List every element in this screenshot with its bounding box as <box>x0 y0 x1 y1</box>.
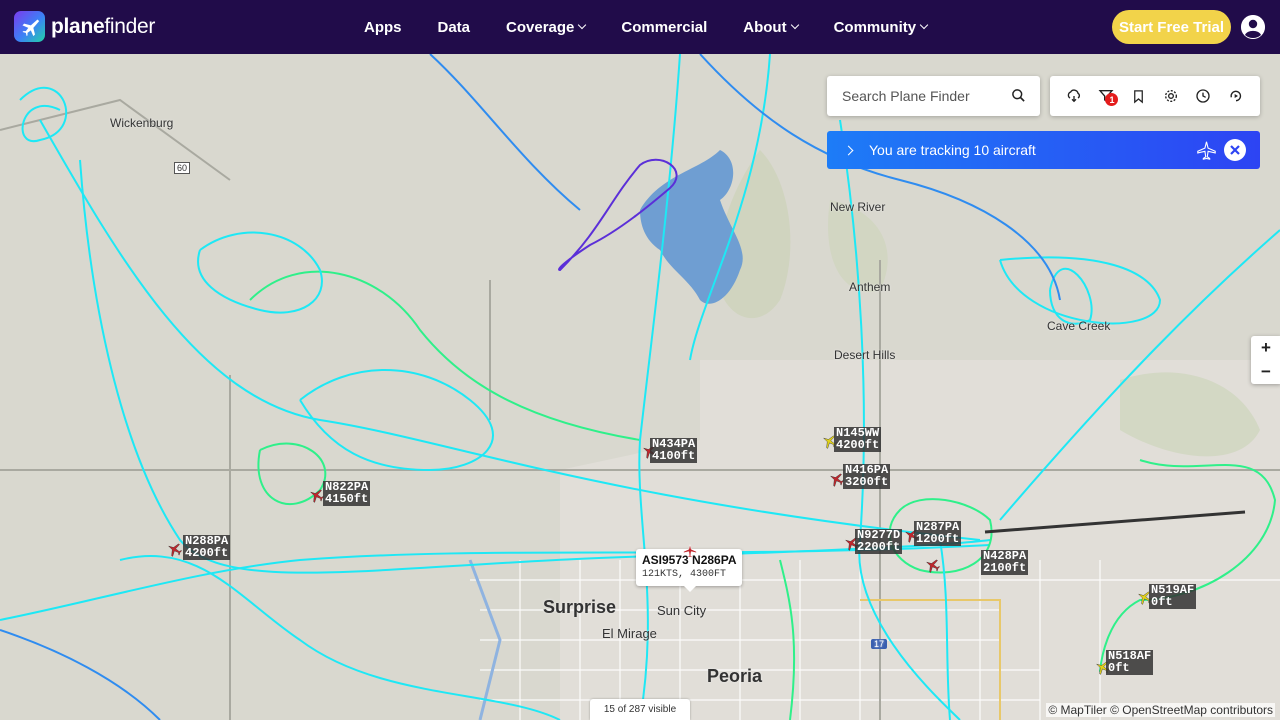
place-el-mirage: El Mirage <box>602 626 657 641</box>
chevron-down-icon <box>919 20 929 30</box>
aircraft-altitude: 3200ft <box>845 474 889 489</box>
map-toolbar: 1 <box>1050 76 1260 116</box>
aircraft-label[interactable]: N519AF 0ft <box>1149 584 1197 609</box>
account-icon[interactable] <box>1241 15 1265 39</box>
place-peoria: Peoria <box>707 666 763 686</box>
map-attribution[interactable]: © MapTiler © OpenStreetMap contributors <box>1046 703 1275 717</box>
chevron-down-icon <box>578 20 587 30</box>
aircraft-label[interactable]: N145WW 4200ft <box>834 427 882 452</box>
nav-label: Coverage <box>506 18 575 36</box>
aircraft-label[interactable]: N416PA 3200ft <box>843 464 891 489</box>
close-tracking-icon[interactable] <box>1224 139 1246 161</box>
place-wickenburg: Wickenburg <box>110 116 174 130</box>
aircraft-label[interactable]: N9277D 2200ft <box>855 529 903 554</box>
tracking-text: You are tracking 10 aircraft <box>869 142 1036 158</box>
aircraft-label[interactable]: N428PA 2100ft <box>981 550 1029 575</box>
nav-apps[interactable]: Apps <box>364 19 402 36</box>
aircraft-label[interactable]: N518AF 0ft <box>1106 650 1154 675</box>
i-17-shield: 17 <box>871 639 888 649</box>
place-anthem: Anthem <box>849 280 891 294</box>
planefinder-logo[interactable]: planefinder <box>14 11 155 42</box>
filter-icon[interactable]: 1 <box>1096 86 1119 106</box>
aircraft-label[interactable]: N822PA 4150ft <box>323 481 371 506</box>
search-box[interactable] <box>827 76 1040 116</box>
filter-count-badge: 1 <box>1105 93 1119 106</box>
nav-coverage[interactable]: Coverage <box>506 18 587 36</box>
selected-aircraft-detail: 121KTS, 4300FT <box>642 569 727 580</box>
aircraft-altitude: 0ft <box>1108 660 1130 675</box>
nav-label: About <box>743 18 787 36</box>
chevron-right-icon[interactable] <box>843 145 854 155</box>
logo-wordmark: planefinder <box>51 14 156 38</box>
nav-label: Apps <box>364 18 402 36</box>
nav-label: Commercial <box>621 18 708 36</box>
zoom-control: + − <box>1251 336 1280 384</box>
search-icon[interactable] <box>1011 88 1026 108</box>
aircraft-altitude: 2100ft <box>983 560 1027 575</box>
aircraft-altitude: 2200ft <box>857 539 901 554</box>
top-nav-bar: planefinder Apps Data Coverage Commercial Ab… <box>0 0 1280 54</box>
aircraft-label[interactable]: N434PA 4100ft <box>650 438 698 463</box>
nav-label: Community <box>833 18 917 36</box>
search-input[interactable] <box>842 88 1002 104</box>
aircraft-altitude: 4200ft <box>185 545 229 560</box>
place-surprise: Surprise <box>543 597 617 617</box>
aircraft-altitude: 1200ft <box>916 531 960 546</box>
zoom-out-button[interactable]: − <box>1251 360 1280 384</box>
plane-outline-icon[interactable] <box>1197 141 1216 165</box>
start-free-trial-button[interactable]: Start Free Trial <box>1112 10 1231 44</box>
weather-icon[interactable] <box>1064 86 1084 106</box>
main-nav: Apps Data Coverage Commercial About Community <box>364 0 963 54</box>
place-cave-creek: Cave Creek <box>1047 319 1111 333</box>
aircraft-altitude: 4150ft <box>325 491 369 506</box>
aircraft-label[interactable]: N288PA 4200ft <box>183 535 231 560</box>
aircraft-altitude: 0ft <box>1151 594 1173 609</box>
visible-count: 15 of 287 visible <box>590 699 690 720</box>
tracking-banner[interactable]: You are tracking 10 aircraft <box>827 131 1260 169</box>
history-icon[interactable] <box>1193 86 1213 106</box>
aircraft-altitude: 4200ft <box>836 437 880 452</box>
aircraft-altitude: 4100ft <box>652 448 696 463</box>
bookmark-icon[interactable] <box>1129 86 1149 106</box>
nav-community[interactable]: Community <box>833 18 929 36</box>
nav-label: Data <box>437 18 471 36</box>
aircraft-label[interactable]: N287PA 1200ft <box>914 521 962 546</box>
zoom-in-button[interactable]: + <box>1251 336 1280 360</box>
settings-icon[interactable] <box>1161 86 1181 106</box>
us-60-shield: 60 <box>174 162 191 174</box>
place-new-river: New River <box>830 200 886 214</box>
nav-data[interactable]: Data <box>438 19 471 36</box>
nav-commercial[interactable]: Commercial <box>621 19 707 36</box>
nav-about[interactable]: About <box>743 18 799 36</box>
place-sun-city: Sun City <box>657 603 707 618</box>
playback-icon[interactable] <box>1226 86 1246 106</box>
chevron-down-icon <box>790 20 799 30</box>
logo-plane-icon <box>14 11 45 42</box>
place-desert-hills: Desert Hills <box>834 348 896 362</box>
